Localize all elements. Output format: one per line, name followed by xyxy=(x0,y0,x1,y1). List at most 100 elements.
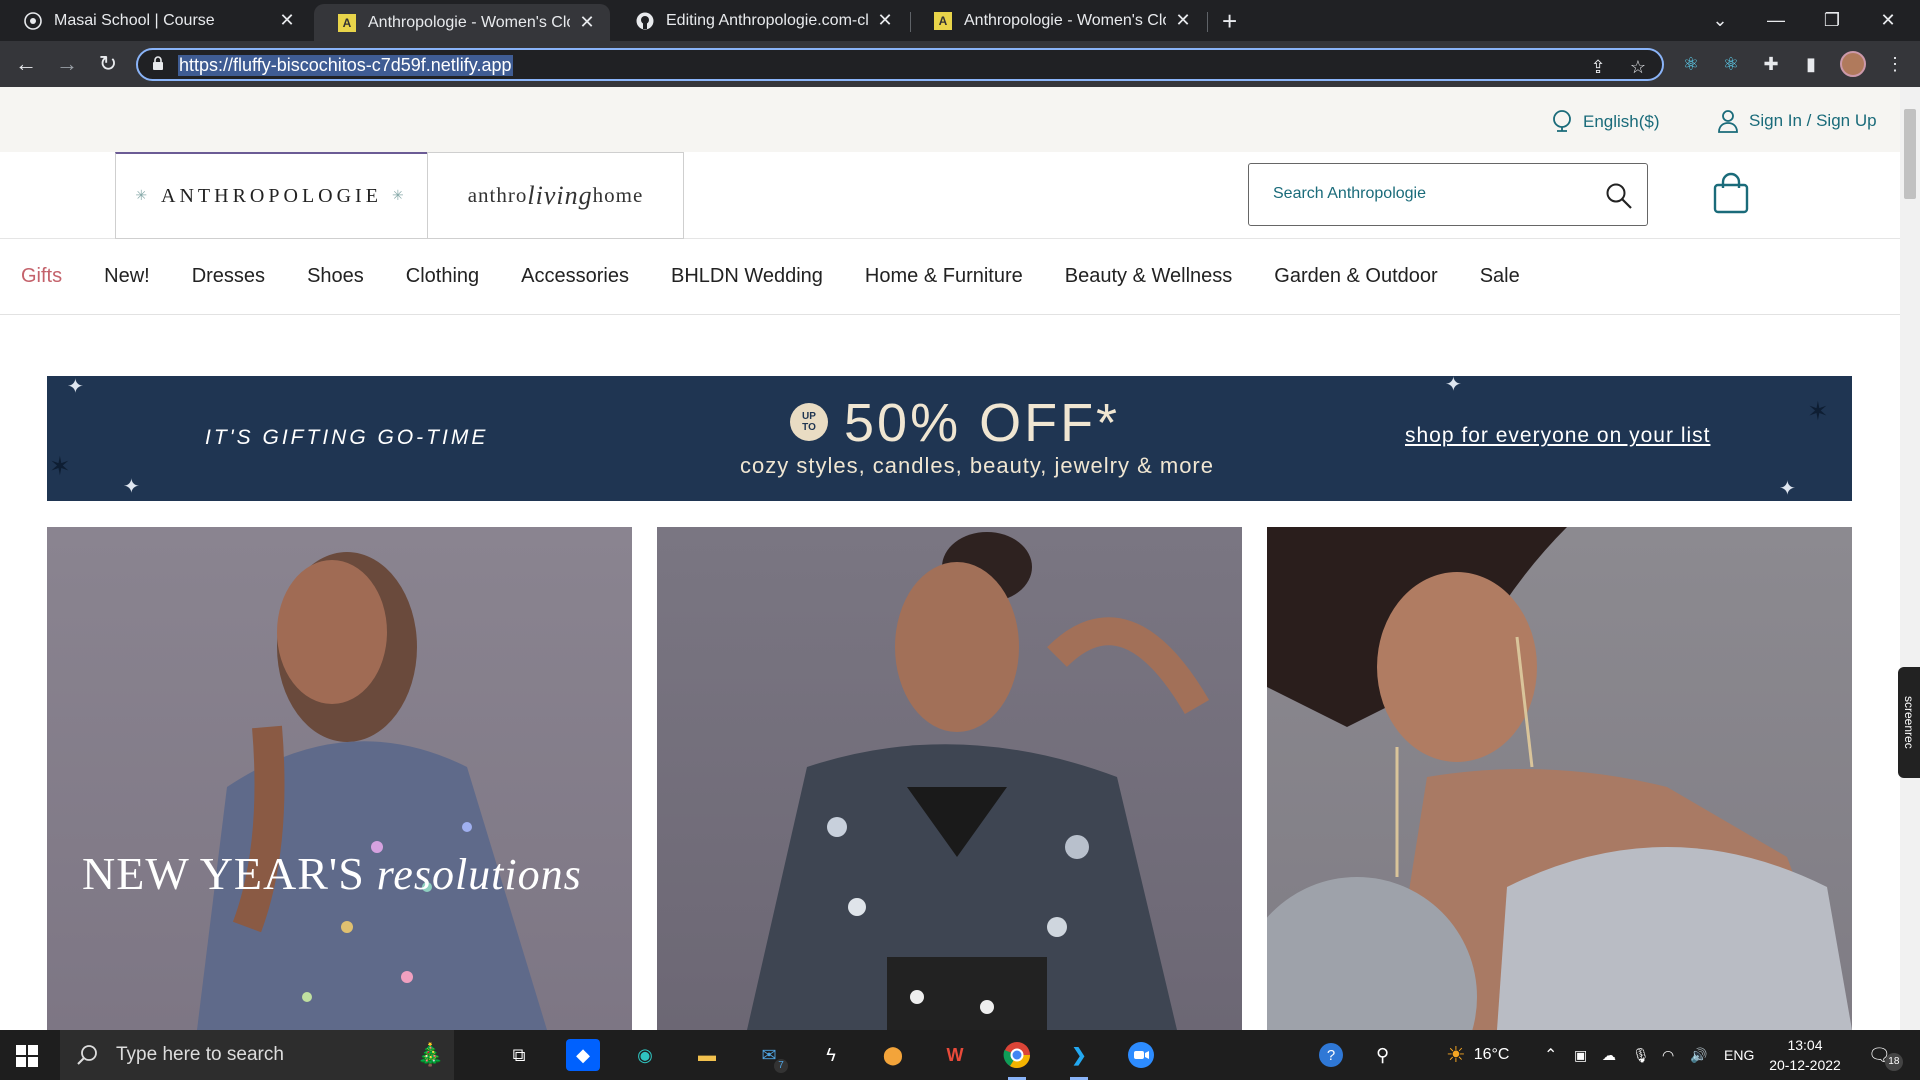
anthropologie-icon: A xyxy=(338,13,356,32)
up-to-badge: UP TO xyxy=(790,403,828,441)
nav-accessories[interactable]: Accessories xyxy=(521,265,629,288)
wifi-icon[interactable]: ◠ xyxy=(1662,1030,1674,1080)
close-icon[interactable]: ✕ xyxy=(876,10,894,31)
side-panel-icon[interactable]: ▮ xyxy=(1800,53,1822,75)
sparkle-icon: ✦ xyxy=(67,376,84,398)
promo-subtext: cozy styles, candles, beauty, jewelry & … xyxy=(740,453,1214,478)
caption-script: resolutions xyxy=(376,850,582,899)
browser-toolbar: ← → ↻ https://fluffy-biscochitos-c7d59f.… xyxy=(0,41,1920,87)
tab-separator xyxy=(1207,12,1208,32)
close-window-button[interactable]: ✕ xyxy=(1860,0,1916,41)
url-text[interactable]: https://fluffy-biscochitos-c7d59f.netlif… xyxy=(178,55,513,76)
screenrec-widget[interactable]: screenrec xyxy=(1898,667,1920,778)
site-header: ✳ ANTHROPOLOGIE ✳ anthro living home xyxy=(0,152,1900,239)
promo-banner[interactable]: ✦ ✶ ✦ ✦ ✶ ✦ IT'S GIFTING GO-TIME UP TO 5… xyxy=(47,376,1852,501)
dropbox-icon[interactable]: ◆ xyxy=(566,1039,600,1071)
extensions-puzzle-icon[interactable]: ✚ xyxy=(1760,53,1782,75)
people-icon[interactable]: ⚲ xyxy=(1376,1030,1389,1080)
tab-title: Anthropologie - Women's Clothir xyxy=(368,13,570,31)
microphone-icon[interactable]: 🎙 xyxy=(1632,1030,1650,1080)
help-icon[interactable]: ? xyxy=(1318,1030,1344,1080)
sparkle-icon: ✦ xyxy=(123,476,140,498)
badge-bottom: TO xyxy=(802,422,816,433)
search-input[interactable] xyxy=(1273,182,1593,206)
minimize-button[interactable]: — xyxy=(1748,0,1804,41)
tray-chevron-icon[interactable]: ⌃ xyxy=(1544,1030,1557,1080)
new-tab-button[interactable]: + xyxy=(1222,8,1237,34)
close-icon[interactable]: ✕ xyxy=(278,10,296,31)
react-extension-icon[interactable]: ⚛ xyxy=(1720,53,1742,75)
anthropologie-logo[interactable]: ✳ ANTHROPOLOGIE ✳ xyxy=(115,152,428,239)
search-icon[interactable] xyxy=(1605,182,1633,210)
nav-shoes[interactable]: Shoes xyxy=(307,265,364,288)
meet-now-icon[interactable]: ▣ xyxy=(1574,1030,1587,1080)
promo-left-text: IT'S GIFTING GO-TIME xyxy=(205,426,489,449)
restore-button[interactable]: ❐ xyxy=(1804,0,1860,41)
nav-sale[interactable]: Sale xyxy=(1480,265,1520,288)
nav-dresses[interactable]: Dresses xyxy=(192,265,265,288)
file-explorer-icon[interactable]: ▬ xyxy=(690,1039,724,1071)
app-s-icon[interactable]: ϟ xyxy=(814,1039,848,1071)
anthroliving-logo[interactable]: anthro living home xyxy=(427,152,684,239)
search-box[interactable] xyxy=(1248,163,1648,226)
nav-home-furniture[interactable]: Home & Furniture xyxy=(865,265,1023,288)
chrome-icon[interactable] xyxy=(1000,1039,1034,1080)
nav-garden-outdoor[interactable]: Garden & Outdoor xyxy=(1274,265,1437,288)
back-icon[interactable]: ← xyxy=(12,51,40,77)
model-sequin-jacket-image xyxy=(747,532,1210,1030)
scrollbar-thumb[interactable] xyxy=(1904,109,1916,199)
system-clock[interactable]: 13:04 20-12-2022 xyxy=(1760,1035,1850,1075)
profile-avatar[interactable] xyxy=(1840,51,1866,77)
onedrive-icon[interactable]: ☁ xyxy=(1602,1030,1616,1080)
close-icon[interactable]: ✕ xyxy=(1174,10,1192,31)
tab-github[interactable]: Editing Anthropologie.com-clone ✕ xyxy=(612,0,908,41)
tab-anthropologie[interactable]: A Anthropologie - Women's Clothir ✕ xyxy=(910,0,1206,41)
address-bar[interactable]: https://fluffy-biscochitos-c7d59f.netlif… xyxy=(136,48,1664,81)
nav-gifts[interactable]: Gifts xyxy=(21,265,62,288)
notification-count: 18 xyxy=(1884,1053,1903,1071)
new-years-caption: NEW YEAR'S resolutions xyxy=(82,847,582,900)
anthropologie-icon: A xyxy=(934,11,952,30)
menu-kebab-icon[interactable]: ⋮ xyxy=(1884,53,1906,75)
tab-search-icon[interactable]: ⌄ xyxy=(1692,0,1748,41)
reload-icon[interactable]: ↻ xyxy=(94,51,122,77)
nav-bhldn-wedding[interactable]: BHLDN Wedding xyxy=(671,265,823,288)
forward-icon[interactable]: → xyxy=(53,51,81,77)
vscode-icon[interactable]: ❯ xyxy=(1062,1039,1096,1080)
utility-bar: English($) Sign In / Sign Up xyxy=(0,87,1900,152)
zoom-icon[interactable] xyxy=(1124,1039,1158,1071)
signin-link[interactable]: Sign In / Sign Up xyxy=(1717,109,1877,133)
app-shield-icon[interactable]: ⬤ xyxy=(876,1039,910,1071)
share-icon[interactable]: ⇪ xyxy=(1588,57,1608,77)
notification-center[interactable]: 🗨 18 xyxy=(1868,1030,1903,1080)
edge-icon[interactable]: ◉ xyxy=(628,1039,662,1071)
promo-shop-link[interactable]: shop for everyone on your list xyxy=(1405,424,1710,448)
taskbar-search[interactable]: Type here to search 🎄 xyxy=(60,1030,454,1080)
nav-beauty-wellness[interactable]: Beauty & Wellness xyxy=(1065,265,1233,288)
input-language[interactable]: ENG xyxy=(1724,1030,1754,1080)
sparkle-icon: ✦ xyxy=(1445,376,1462,396)
nav-new[interactable]: New! xyxy=(104,265,150,288)
task-view-icon[interactable]: ⧉ xyxy=(502,1039,536,1071)
masai-icon xyxy=(24,11,42,30)
hero-image-1[interactable]: NEW YEAR'S resolutions xyxy=(47,527,632,1030)
language-selector[interactable]: English($) xyxy=(1551,109,1660,135)
hero-image-3[interactable] xyxy=(1267,527,1852,1030)
weather-widget[interactable]: ☀ 16°C xyxy=(1446,1030,1509,1080)
mail-icon[interactable]: ✉ 7 xyxy=(752,1039,788,1073)
brand-living-right: home xyxy=(592,183,644,207)
react-devtools-icon[interactable]: ⚛ xyxy=(1680,53,1702,75)
page-scrollbar[interactable] xyxy=(1900,87,1920,1030)
tab-masai[interactable]: Masai School | Course ✕ xyxy=(0,0,310,41)
mail-badge: 7 xyxy=(774,1059,788,1073)
nav-clothing[interactable]: Clothing xyxy=(406,265,479,288)
bookmark-star-icon[interactable]: ☆ xyxy=(1628,57,1648,77)
shopping-bag-icon[interactable] xyxy=(1712,172,1750,214)
windows-start-icon[interactable] xyxy=(16,1045,38,1067)
volume-icon[interactable]: 🔊 xyxy=(1690,1030,1707,1080)
wps-office-icon[interactable]: W xyxy=(938,1039,972,1071)
tab-anthropologie-active[interactable]: A Anthropologie - Women's Clothir ✕ xyxy=(314,4,610,41)
close-icon[interactable]: ✕ xyxy=(578,12,596,33)
clock-date: 20-12-2022 xyxy=(1769,1057,1841,1073)
hero-image-2[interactable] xyxy=(657,527,1242,1030)
